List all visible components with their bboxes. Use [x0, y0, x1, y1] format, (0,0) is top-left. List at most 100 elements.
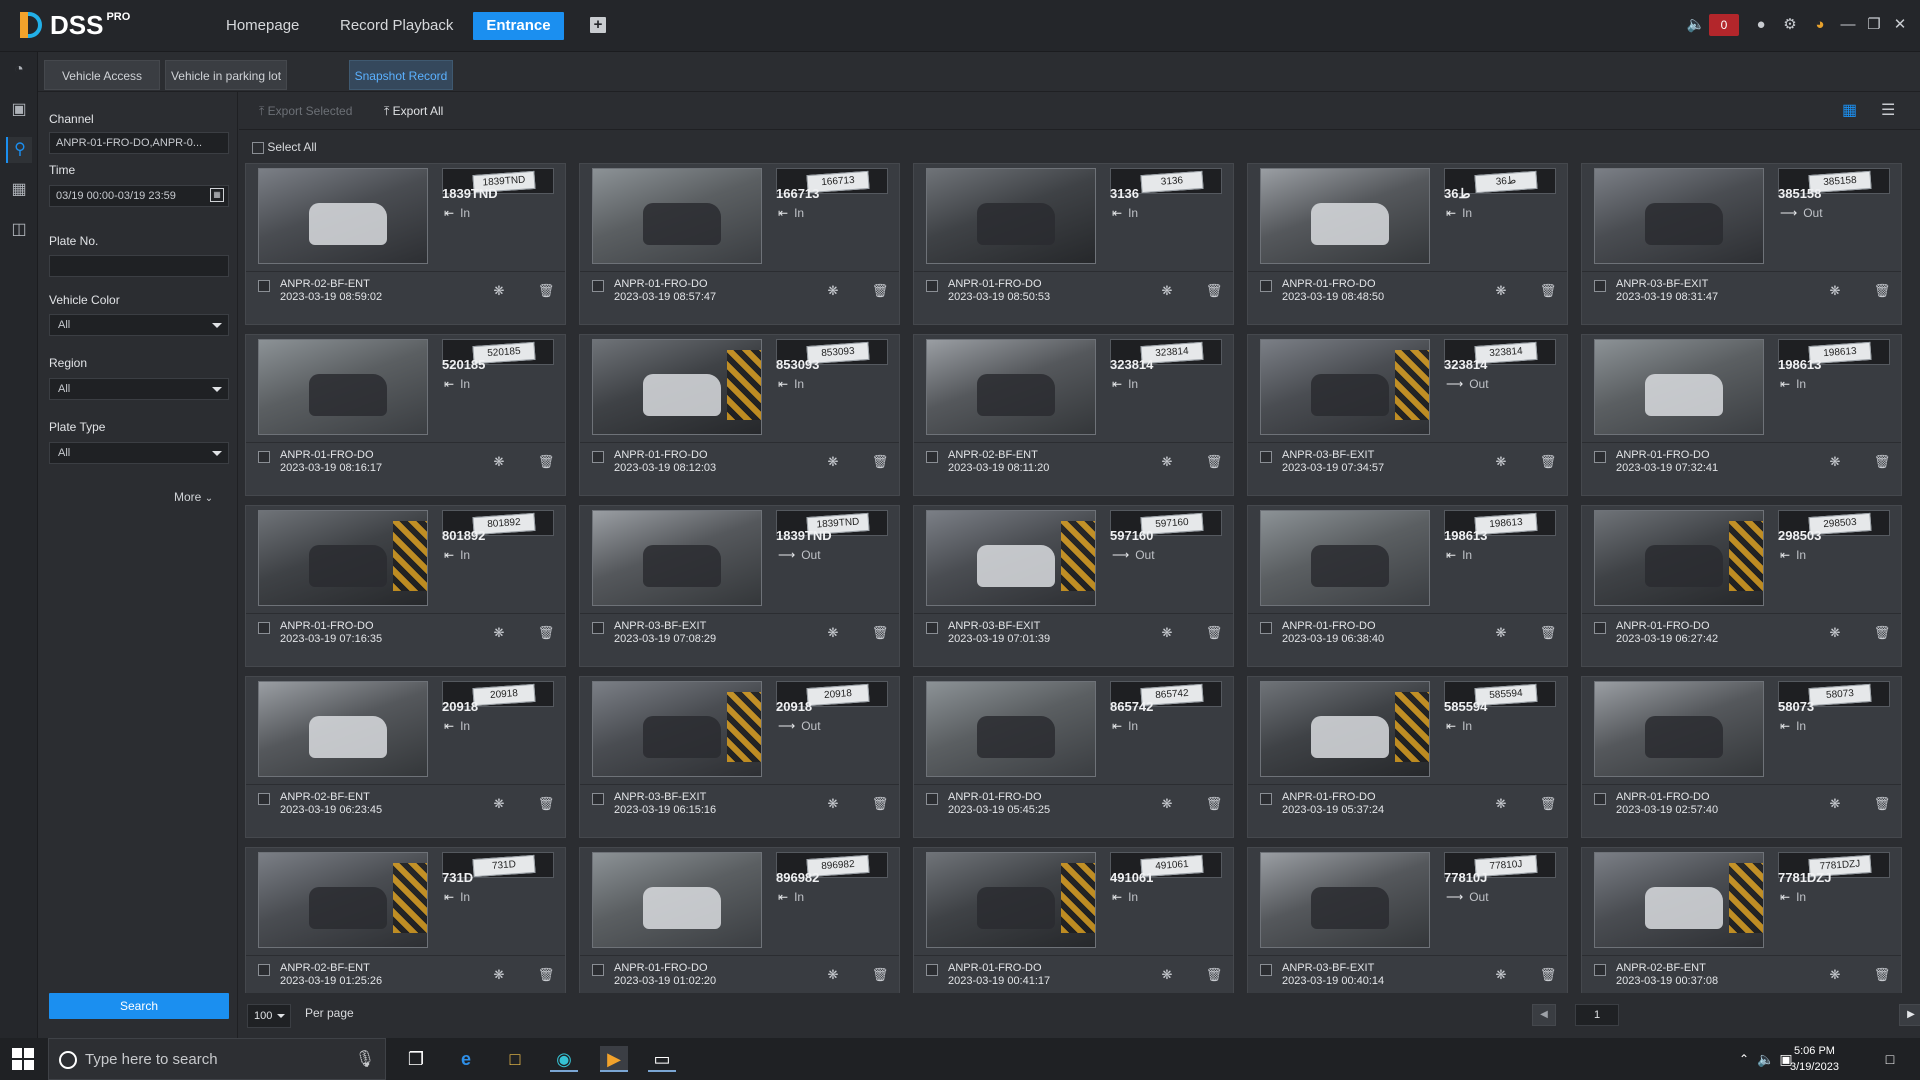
delete-icon[interactable]: 🗑 — [1873, 625, 1891, 641]
add-tab-icon[interactable]: + — [590, 17, 606, 33]
delete-icon[interactable]: 🗑 — [1205, 625, 1223, 641]
play-video-icon[interactable]: ❋ — [1826, 967, 1844, 983]
plate-no-input[interactable] — [49, 255, 229, 277]
notifications-icon[interactable]: □ — [1876, 1046, 1904, 1072]
record-checkbox[interactable] — [926, 280, 938, 292]
play-video-icon[interactable]: ❋ — [824, 283, 842, 299]
record-checkbox[interactable] — [1260, 451, 1272, 463]
record-checkbox[interactable] — [592, 622, 604, 634]
record-checkbox[interactable] — [258, 793, 270, 805]
vehicle-snapshot-image[interactable] — [592, 852, 762, 948]
snapshot-card[interactable]: 323814 323814 ⇤ In ANPR-02-BF-ENT 2023-03-19 … — [913, 334, 1234, 496]
play-video-icon[interactable]: ❋ — [1826, 625, 1844, 641]
region-select[interactable]: All — [49, 378, 229, 400]
snapshot-card[interactable]: 166713 166713 ⇤ In ANPR-01-FRO-DO 2023-03-19 … — [579, 163, 900, 325]
prev-page-button[interactable]: ◀ — [1532, 1004, 1556, 1026]
snapshot-card[interactable]: 20918 20918 ⇤ In ANPR-02-BF-ENT 2023-03-19 06… — [245, 676, 566, 838]
record-checkbox[interactable] — [1594, 964, 1606, 976]
delete-icon[interactable]: 🗑 — [1205, 283, 1223, 299]
export-selected-button[interactable]: ⤒ Export Selected — [259, 102, 352, 120]
close-icon[interactable]: ✕ — [1890, 15, 1910, 35]
page-number-field[interactable]: 1 — [1575, 1004, 1619, 1026]
edge-legacy-icon[interactable]: e — [452, 1046, 480, 1072]
vehicle-snapshot-image[interactable] — [926, 681, 1096, 777]
vehicle-snapshot-image[interactable] — [1260, 510, 1430, 606]
snapshot-card[interactable]: 801892 801892 ⇤ In ANPR-01-FRO-DO 2023-03-19 … — [245, 505, 566, 667]
record-checkbox[interactable] — [1260, 793, 1272, 805]
play-video-icon[interactable]: ❋ — [490, 967, 508, 983]
delete-icon[interactable]: 🗑 — [871, 283, 889, 299]
snapshot-card[interactable]: 896982 896982 ⇤ In ANPR-01-FRO-DO 2023-03-19 … — [579, 847, 900, 993]
search-button[interactable]: Search — [49, 993, 229, 1019]
play-video-icon[interactable]: ❋ — [824, 796, 842, 812]
more-filters-toggle[interactable]: More ⌄ — [174, 490, 213, 504]
play-video-icon[interactable]: ❋ — [1158, 967, 1176, 983]
snapshot-card[interactable]: 7781DZJ 7781DZJ ⇤ In ANPR-02-BF-ENT 2023-03-1… — [1581, 847, 1902, 993]
play-video-icon[interactable]: ❋ — [1158, 283, 1176, 299]
record-checkbox[interactable] — [592, 964, 604, 976]
snapshot-card[interactable]: 3136 3136 ⇤ In ANPR-01-FRO-DO 2023-03-19 08:5… — [913, 163, 1234, 325]
record-checkbox[interactable] — [1594, 280, 1606, 292]
list-view-icon[interactable]: ☰ — [1881, 102, 1899, 120]
gear-icon[interactable]: ⚙ — [1780, 15, 1800, 35]
terminal-icon[interactable]: ▭ — [648, 1046, 676, 1072]
delete-icon[interactable]: 🗑 — [537, 283, 555, 299]
record-checkbox[interactable] — [1594, 451, 1606, 463]
play-video-icon[interactable]: ❋ — [490, 625, 508, 641]
vehicle-snapshot-image[interactable] — [926, 339, 1096, 435]
tab-vehicle-in-parking-lot[interactable]: Vehicle in parking lot — [165, 60, 287, 90]
vehicle-snapshot-image[interactable] — [926, 168, 1096, 264]
play-video-icon[interactable]: ❋ — [824, 454, 842, 470]
snapshot-card[interactable]: 865742 865742 ⇤ In ANPR-01-FRO-DO 2023-03-19 … — [913, 676, 1234, 838]
vehicle-snapshot-image[interactable] — [926, 510, 1096, 606]
play-video-icon[interactable]: ❋ — [490, 454, 508, 470]
vehicle-snapshot-image[interactable] — [1594, 852, 1764, 948]
tab-snapshot-record[interactable]: Snapshot Record — [349, 60, 453, 90]
delete-icon[interactable]: 🗑 — [1539, 625, 1557, 641]
vehicle-snapshot-image[interactable] — [1594, 510, 1764, 606]
vehicle-snapshot-image[interactable] — [258, 168, 428, 264]
record-checkbox[interactable] — [258, 622, 270, 634]
vehicle-snapshot-image[interactable] — [258, 510, 428, 606]
play-video-icon[interactable]: ❋ — [824, 625, 842, 641]
grid-view-icon[interactable]: ▦ — [1842, 102, 1860, 120]
play-video-icon[interactable]: ❋ — [1826, 796, 1844, 812]
play-video-icon[interactable]: ❋ — [490, 796, 508, 812]
calendar-icon[interactable]: ▦ — [210, 188, 224, 202]
vehicle-icon[interactable]: ◫ — [6, 217, 32, 243]
snapshot-card[interactable]: 1839TND 1839TND ⟶ Out ANPR-03-BF-EXIT 2023-03… — [579, 505, 900, 667]
vehicle-snapshot-image[interactable] — [1260, 681, 1430, 777]
vehicle-snapshot-image[interactable] — [592, 510, 762, 606]
vehicle-color-select[interactable]: All — [49, 314, 229, 336]
record-checkbox[interactable] — [1594, 622, 1606, 634]
vehicle-snapshot-image[interactable] — [592, 168, 762, 264]
record-checkbox[interactable] — [1260, 964, 1272, 976]
record-checkbox[interactable] — [926, 451, 938, 463]
delete-icon[interactable]: 🗑 — [871, 796, 889, 812]
record-checkbox[interactable] — [1260, 280, 1272, 292]
vehicle-snapshot-image[interactable] — [1594, 168, 1764, 264]
snapshot-card[interactable]: 585594 585594 ⇤ In ANPR-01-FRO-DO 2023-03-19 … — [1247, 676, 1568, 838]
snapshot-card[interactable]: 198613 198613 ⇤ In ANPR-01-FRO-DO 2023-03-19 … — [1247, 505, 1568, 667]
play-video-icon[interactable]: ❋ — [824, 967, 842, 983]
play-video-icon[interactable]: ❋ — [1158, 625, 1176, 641]
performance-gauge-icon[interactable]: ◕ — [1810, 15, 1830, 35]
vehicle-snapshot-image[interactable] — [1594, 681, 1764, 777]
vehicle-snapshot-image[interactable] — [592, 339, 762, 435]
vehicle-snapshot-image[interactable] — [592, 681, 762, 777]
nav-record-playback[interactable]: Record Playback — [328, 12, 465, 40]
record-checkbox[interactable] — [1594, 793, 1606, 805]
record-checkbox[interactable] — [926, 964, 938, 976]
record-checkbox[interactable] — [258, 451, 270, 463]
snapshot-card[interactable]: 520185 520185 ⇤ In ANPR-01-FRO-DO 2023-03-19 … — [245, 334, 566, 496]
restore-icon[interactable]: ❐ — [1864, 15, 1884, 35]
play-video-icon[interactable]: ❋ — [1492, 625, 1510, 641]
snapshot-card[interactable]: 198613 198613 ⇤ In ANPR-01-FRO-DO 2023-03-19 … — [1581, 334, 1902, 496]
capture-frame-icon[interactable]: ▣ — [6, 97, 32, 123]
snapshot-card[interactable]: 323814 323814 ⟶ Out ANPR-03-BF-EXIT 2023-03-1… — [1247, 334, 1568, 496]
play-video-icon[interactable]: ❋ — [1826, 283, 1844, 299]
vehicle-snapshot-image[interactable] — [258, 852, 428, 948]
snapshot-card[interactable]: 77810J 77810J ⟶ Out ANPR-03-BF-EXIT 2023-03-1… — [1247, 847, 1568, 993]
delete-icon[interactable]: 🗑 — [1205, 454, 1223, 470]
snapshot-card[interactable]: 298503 298503 ⇤ In ANPR-01-FRO-DO 2023-03-19 … — [1581, 505, 1902, 667]
